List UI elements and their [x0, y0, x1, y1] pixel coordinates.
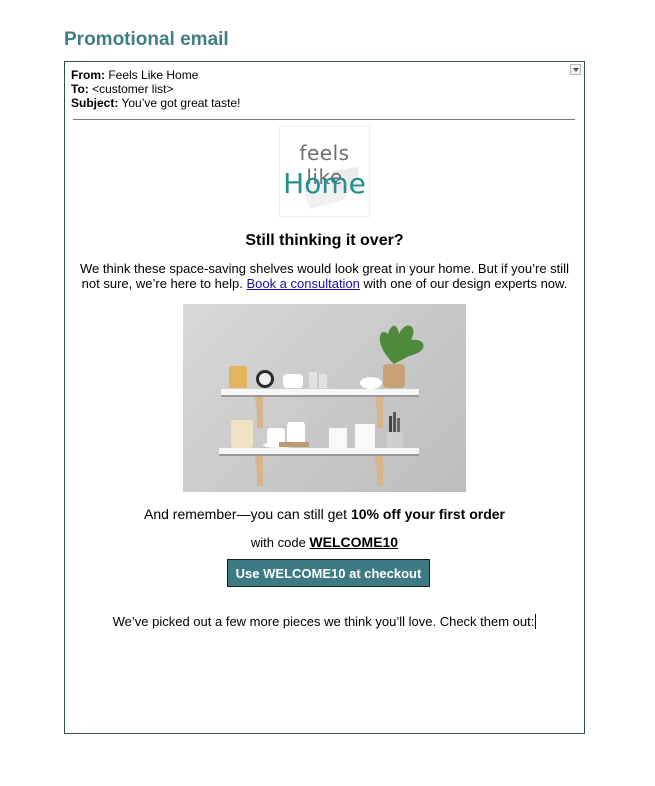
email-headers: From: Feels Like Home To: <customer list… [71, 68, 240, 110]
from-label: From: [71, 68, 105, 82]
code-prefix: with code [250, 535, 306, 550]
teacups [267, 428, 285, 444]
shelves-photo [183, 304, 466, 492]
to-row: To: <customer list> [71, 82, 240, 96]
jar [231, 420, 253, 448]
yellow-jar [229, 366, 247, 388]
plant-pot [383, 364, 405, 388]
from-value: Feels Like Home [108, 68, 199, 82]
bracket [255, 397, 263, 428]
promo-code-line: with code WELCOME10 [65, 534, 584, 550]
remember-prefix: And remember—you can still get [143, 506, 348, 522]
header-divider [73, 119, 575, 120]
scroll-down-arrow-icon[interactable] [570, 64, 581, 75]
shelves-illustration [219, 325, 424, 486]
promo-code: WELCOME10 [309, 534, 399, 550]
to-label: To: [71, 82, 89, 96]
upper-shelf [221, 389, 419, 395]
book-consultation-link[interactable]: Book a consultation [246, 276, 359, 291]
use-code-button[interactable]: Use WELCOME10 at checkout [227, 559, 430, 587]
text-cursor [535, 614, 537, 629]
discount-reminder: And remember—you can still get 10% off y… [65, 506, 584, 522]
discount-offer: 10% off your first order [350, 506, 505, 522]
brand-logo: feels like Home [279, 126, 370, 217]
intro-text-after: with one of our design experts now. [363, 276, 568, 291]
lower-shelf [219, 448, 419, 454]
subject-value: You’ve got great taste! [121, 96, 241, 110]
page-title: Promotional email [64, 29, 229, 50]
intro-paragraph: We think these space-saving shelves woul… [71, 261, 578, 291]
email-editor[interactable]: From: Feels Like Home To: <customer list… [64, 61, 585, 734]
more-pieces-label: We’ve picked out a few more pieces we th… [112, 614, 535, 629]
to-value: <customer list> [92, 82, 174, 96]
canister [329, 428, 347, 448]
email-headline: Still thinking it over? [245, 232, 404, 249]
plant-leaves [379, 325, 424, 364]
more-pieces-text[interactable]: We’ve picked out a few more pieces we th… [65, 614, 584, 629]
logo-line-2: Home [283, 167, 366, 200]
subject-row: Subject: You’ve got great taste! [71, 96, 240, 110]
subject-label: Subject: [71, 96, 119, 110]
from-row: From: Feels Like Home [71, 68, 240, 82]
